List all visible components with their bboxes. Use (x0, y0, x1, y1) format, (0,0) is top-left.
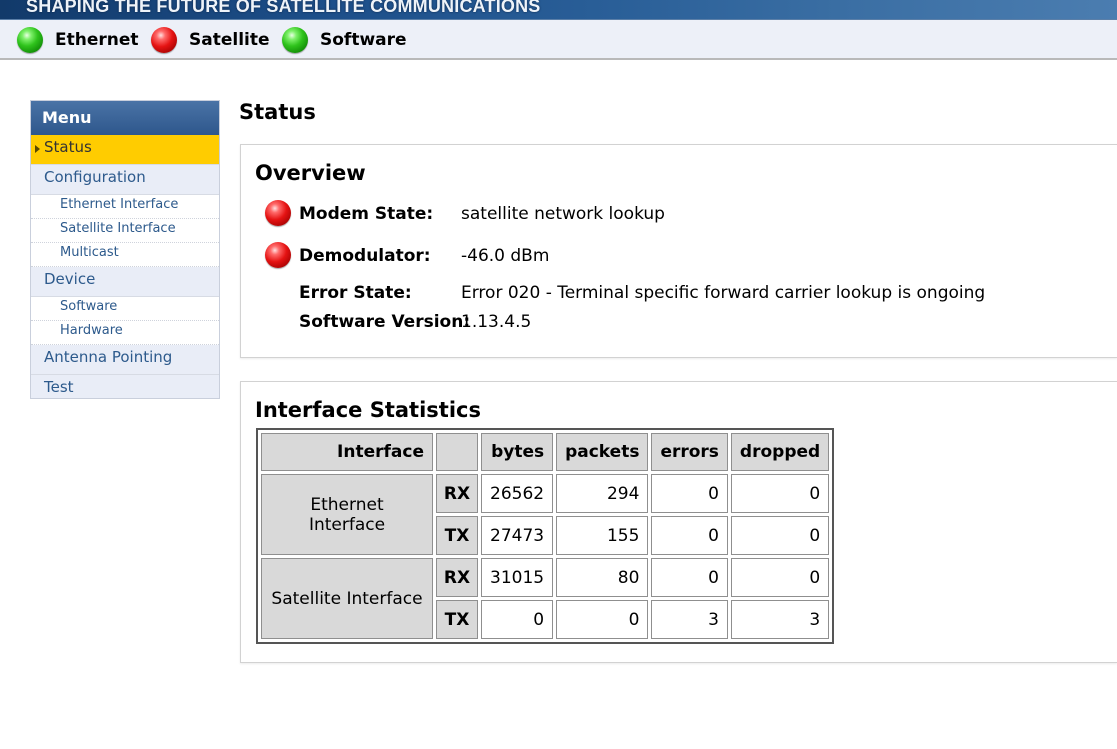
sidebar-item-device[interactable]: Device (31, 267, 219, 297)
ethernet-status-led-icon (17, 27, 43, 53)
status-bar: Ethernet Satellite Software (0, 20, 1117, 60)
errors-cell: 0 (651, 516, 728, 555)
sidebar-subitem-label: Satellite Interface (60, 221, 176, 236)
direction-cell: TX (436, 600, 478, 639)
header-packets: packets (556, 433, 649, 471)
bytes-cell: 26562 (481, 474, 554, 513)
sidebar-subitem-satellite-interface[interactable]: Satellite Interface (31, 219, 219, 243)
dropped-cell: 0 (730, 558, 830, 597)
overview-panel: Overview Modem State: satellite network … (240, 144, 1117, 358)
dropped-cell: 3 (730, 600, 830, 639)
sidebar-subitem-label: Ethernet Interface (60, 197, 179, 212)
sidebar-item-label: Device (44, 270, 96, 288)
software-version-label: Software Version: (299, 312, 471, 332)
header-direction (436, 433, 478, 471)
sidebar-subitem-software[interactable]: Software (31, 297, 219, 321)
satellite-interface-cell: Satellite Interface (261, 558, 433, 639)
status-ethernet: Ethernet (17, 27, 139, 53)
sidebar-item-status[interactable]: Status (31, 135, 219, 165)
modem-state-label: Modem State: (299, 204, 434, 224)
software-version-value: 1.13.4.5 (461, 312, 532, 332)
header-interface: Interface (261, 433, 433, 471)
ethernet-status-label: Ethernet (55, 30, 139, 50)
packets-cell: 80 (556, 558, 649, 597)
header-errors: errors (651, 433, 728, 471)
bytes-cell: 27473 (481, 516, 554, 555)
direction-cell: TX (436, 516, 478, 555)
demodulator-label: Demodulator: (299, 246, 431, 266)
demodulator-led-icon (265, 242, 291, 268)
sidebar-item-antenna-pointing[interactable]: Antenna Pointing (31, 345, 219, 375)
dropped-cell: 0 (730, 516, 830, 555)
interface-statistics-panel: Interface Statistics Interface bytes pac… (240, 381, 1117, 663)
interface-statistics-table: Interface bytes packets errors dropped E… (256, 428, 835, 644)
sidebar-item-label: Configuration (44, 168, 146, 186)
sidebar-subitem-multicast[interactable]: Multicast (31, 243, 219, 267)
sidebar-item-test[interactable]: Test (31, 375, 219, 405)
table-row: Satellite Interface RX 31015 80 0 0 (261, 558, 830, 639)
table-row: Ethernet Interface RX 26562 294 0 0 (261, 474, 830, 555)
status-software: Software (282, 27, 407, 53)
errors-cell: 0 (651, 474, 728, 513)
software-status-label: Software (320, 30, 407, 50)
ethernet-interface-cell: Ethernet Interface (261, 474, 433, 555)
sidebar-menu: Menu Status Configuration Ethernet Inter… (30, 100, 220, 399)
header-bytes: bytes (481, 433, 554, 471)
status-satellite: Satellite (151, 27, 270, 53)
modem-state-value: satellite network lookup (461, 204, 665, 224)
page-title: Status (239, 100, 316, 124)
packets-cell: 294 (556, 474, 649, 513)
packets-cell: 155 (556, 516, 649, 555)
direction-cell: RX (436, 474, 478, 513)
sidebar-subitem-label: Multicast (60, 245, 119, 260)
direction-cell: RX (436, 558, 478, 597)
table-header-row: Interface bytes packets errors dropped (261, 433, 830, 471)
header-banner: SHAPING THE FUTURE OF SATELLITE COMMUNIC… (0, 0, 1117, 20)
sidebar-item-label: Test (44, 378, 74, 396)
sidebar-item-label: Antenna Pointing (44, 348, 173, 366)
banner-slogan: SHAPING THE FUTURE OF SATELLITE COMMUNIC… (26, 0, 541, 16)
sidebar-item-configuration[interactable]: Configuration (31, 165, 219, 195)
sidebar-item-label: Status (44, 138, 92, 156)
bytes-cell: 0 (481, 600, 554, 639)
overview-title: Overview (255, 161, 366, 185)
errors-cell: 0 (651, 558, 728, 597)
satellite-status-led-icon (151, 27, 177, 53)
bytes-cell: 31015 (481, 558, 554, 597)
satellite-status-label: Satellite (189, 30, 270, 50)
interface-statistics-title: Interface Statistics (255, 398, 481, 422)
header-dropped: dropped (730, 433, 830, 471)
active-arrow-icon (35, 145, 40, 153)
error-state-value: Error 020 - Terminal specific forward ca… (461, 283, 986, 303)
menu-header: Menu (31, 101, 219, 135)
sidebar-subitem-hardware[interactable]: Hardware (31, 321, 219, 345)
modem-state-led-icon (265, 200, 291, 226)
packets-cell: 0 (556, 600, 649, 639)
software-status-led-icon (282, 27, 308, 53)
dropped-cell: 0 (730, 474, 830, 513)
demodulator-value: -46.0 dBm (461, 246, 550, 266)
sidebar-subitem-label: Software (60, 299, 118, 314)
error-state-label: Error State: (299, 283, 412, 303)
sidebar-subitem-ethernet-interface[interactable]: Ethernet Interface (31, 195, 219, 219)
sidebar-subitem-label: Hardware (60, 323, 123, 338)
errors-cell: 3 (651, 600, 728, 639)
